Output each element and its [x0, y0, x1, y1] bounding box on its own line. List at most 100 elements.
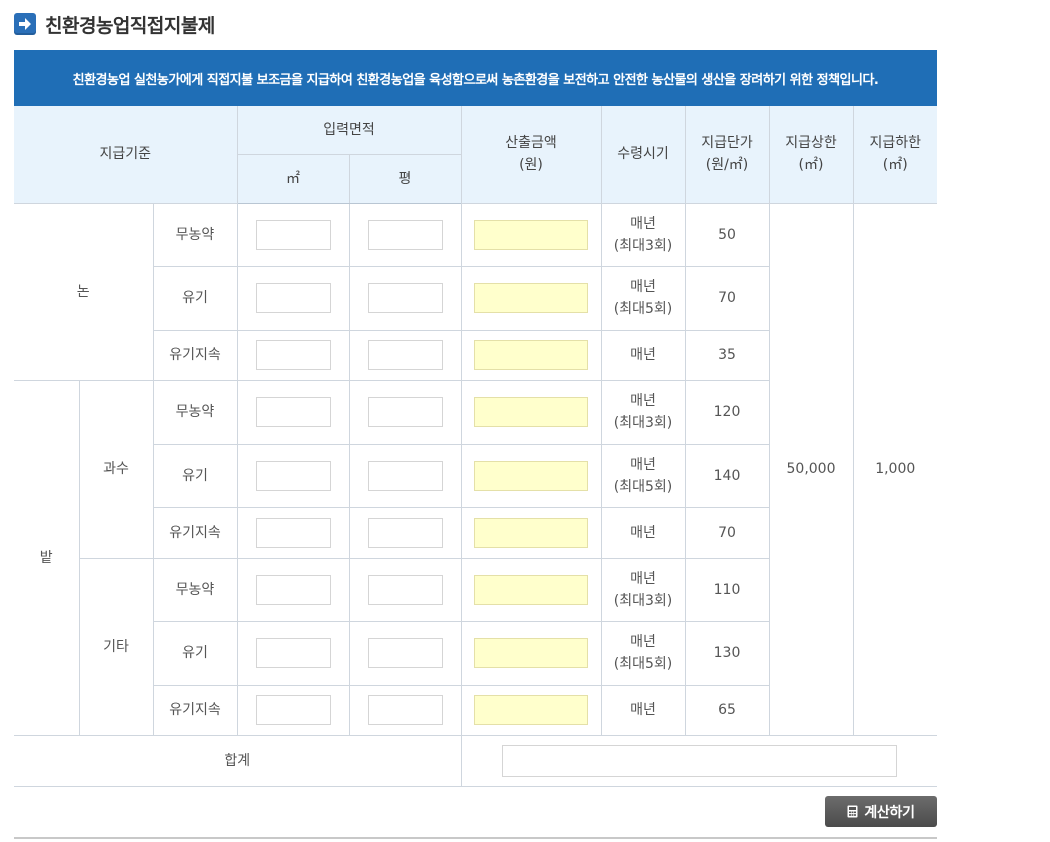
sqm-cell	[236, 684, 350, 736]
header-upper-limit: 지급상한 (㎡)	[768, 106, 854, 204]
sqm-input[interactable]	[255, 695, 331, 725]
receipt-period: 매년	[600, 506, 686, 559]
sqm-input[interactable]	[255, 574, 331, 605]
amount-output-field	[474, 638, 588, 668]
header-input-area: 입력면적	[236, 106, 462, 155]
pyeong-input[interactable]	[367, 397, 443, 427]
group-label-other: 기타	[79, 557, 154, 736]
row-type-label: 유기	[153, 620, 238, 686]
sqm-cell	[236, 379, 350, 445]
row-type-label: 유기지속	[153, 329, 238, 381]
sqm-cell	[236, 443, 350, 508]
amount-cell	[460, 202, 602, 267]
header-upper-limit-label: 지급상한 (㎡)	[785, 135, 837, 174]
amount-output-field	[474, 460, 588, 491]
group-label-orchard: 과수	[78, 379, 154, 559]
unit-price: 70	[684, 265, 769, 331]
header-unit-price-label: 지급단가 (원/㎡)	[701, 135, 753, 174]
header-pyeong: 평	[348, 153, 461, 204]
amount-cell	[460, 265, 602, 331]
row-type-label: 무농약	[152, 379, 238, 445]
row-type-label: 유기	[153, 265, 238, 331]
sqm-input[interactable]	[255, 460, 331, 491]
receipt-period: 매년 (최대5회)	[600, 265, 686, 331]
receipt-period: 매년	[600, 684, 686, 736]
receipt-period: 매년 (최대5회)	[600, 443, 686, 508]
receipt-period: 매년	[600, 329, 686, 381]
calculator-icon	[847, 805, 858, 818]
subsidy-calculator-table: 지급기준 입력면적 산출금액 (원) 수령시기 지급단가 (원/㎡) 지급상한 …	[14, 106, 937, 787]
sqm-input[interactable]	[255, 517, 331, 548]
header-criteria: 지급기준	[14, 106, 238, 204]
row-type-label: 무농약	[152, 557, 238, 622]
amount-output-field	[474, 219, 588, 250]
amount-cell	[460, 557, 602, 622]
pyeong-cell	[348, 202, 462, 267]
pyeong-input[interactable]	[367, 460, 443, 491]
sqm-input[interactable]	[255, 340, 331, 370]
page-header: 친환경농업직접지불제	[14, 10, 215, 38]
sqm-input[interactable]	[255, 283, 331, 313]
unit-price: 130	[684, 620, 769, 686]
sqm-cell	[236, 557, 350, 622]
page-title: 친환경농업직접지불제	[45, 14, 215, 37]
pyeong-input[interactable]	[367, 695, 443, 725]
sqm-input[interactable]	[255, 219, 331, 250]
row-type-label: 유기	[153, 443, 238, 508]
amount-cell	[460, 684, 602, 736]
pyeong-cell	[348, 506, 462, 559]
unit-price: 140	[684, 443, 769, 508]
amount-cell	[460, 443, 602, 508]
sqm-cell	[236, 202, 350, 267]
pyeong-input[interactable]	[367, 340, 443, 370]
row-type-label: 유기지속	[153, 684, 238, 736]
unit-price: 65	[684, 684, 769, 736]
calculate-button[interactable]: 계산하기	[825, 796, 937, 827]
receipt-period: 매년 (최대5회)	[600, 620, 686, 686]
calculate-bar: 계산하기	[14, 789, 937, 839]
unit-price: 50	[684, 202, 770, 267]
row-type-label: 무농약	[152, 202, 238, 267]
header-lower-limit: 지급하한 (㎡)	[852, 106, 937, 204]
amount-output-field	[474, 397, 588, 427]
pyeong-input[interactable]	[367, 574, 443, 605]
unit-price: 35	[684, 329, 769, 381]
header-amount: 산출금액 (원)	[460, 106, 602, 204]
pyeong-cell	[348, 620, 462, 686]
pyeong-cell	[348, 265, 462, 331]
receipt-period: 매년 (최대3회)	[600, 379, 686, 445]
policy-description-banner: 친환경농업 실천농가에게 직접지불 보조금을 지급하여 친환경농업을 육성함으로…	[14, 50, 937, 106]
unit-price: 110	[684, 557, 769, 622]
amount-output-field	[474, 517, 588, 548]
header-unit-price: 지급단가 (원/㎡)	[684, 106, 770, 204]
total-row: 합계	[14, 734, 937, 787]
sqm-cell	[236, 329, 350, 381]
pyeong-input[interactable]	[367, 517, 443, 548]
receipt-period: 매년 (최대3회)	[600, 202, 686, 267]
pyeong-input[interactable]	[367, 219, 443, 250]
group-label-paddy: 논	[14, 202, 154, 381]
sqm-cell	[236, 506, 350, 559]
total-output-field	[501, 744, 897, 777]
table-row: 논 무농약 매년 (최대3회) 50 50,000 1,000	[14, 202, 937, 736]
header-receipt-period: 수령시기	[600, 106, 686, 204]
lower-limit-value: 1,000	[852, 202, 937, 736]
header-lower-limit-label: 지급하한 (㎡)	[869, 135, 922, 174]
amount-output-field	[474, 574, 588, 605]
pyeong-cell	[348, 684, 462, 736]
amount-output-field	[474, 283, 588, 313]
amount-cell	[460, 620, 602, 686]
header-amount-label: 산출금액 (원)	[505, 135, 557, 174]
unit-price: 70	[684, 506, 769, 559]
sqm-input[interactable]	[255, 638, 331, 668]
unit-price: 120	[684, 379, 769, 445]
pyeong-cell	[348, 443, 462, 508]
header-sqm: ㎡	[237, 153, 350, 204]
pyeong-input[interactable]	[367, 638, 443, 668]
amount-cell	[460, 379, 602, 445]
row-type-label: 유기지속	[153, 506, 238, 559]
group-label-field: 밭	[14, 379, 80, 736]
pyeong-input[interactable]	[367, 283, 443, 313]
receipt-period: 매년 (최대3회)	[600, 557, 686, 622]
sqm-input[interactable]	[255, 397, 331, 427]
